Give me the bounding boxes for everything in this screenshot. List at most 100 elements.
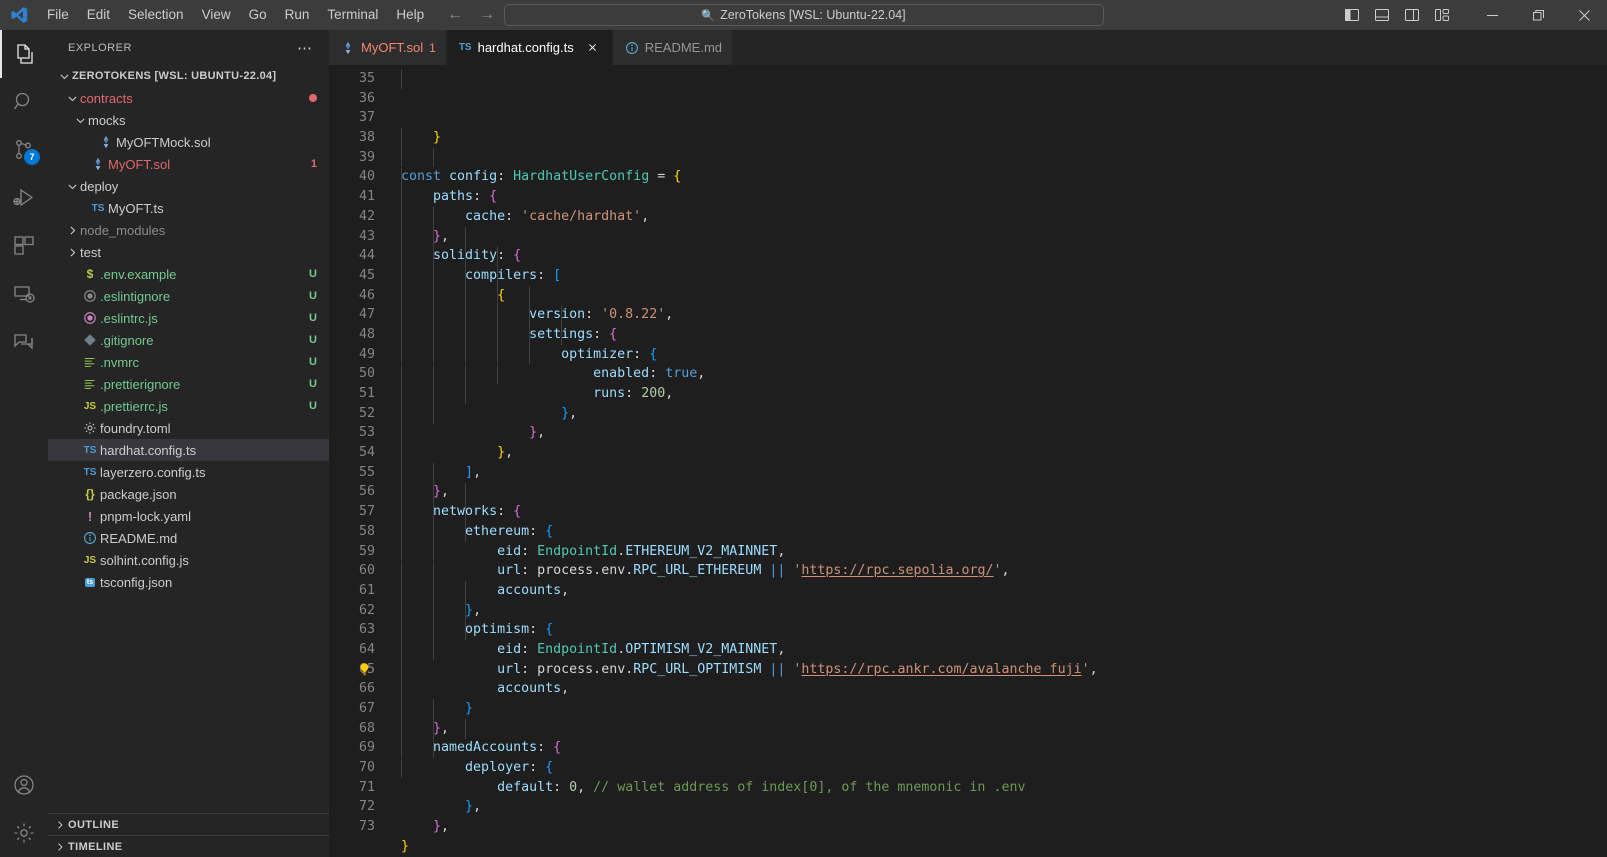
menu-file[interactable]: File — [38, 4, 78, 26]
tree-item-prettierignore[interactable]: .prettierignore U — [48, 373, 329, 395]
layout-sidebar-left-icon[interactable] — [1339, 2, 1365, 28]
code-line[interactable] — [401, 148, 1593, 168]
code-token[interactable]: https://rpc.ankr.com/avalanche_fuji — [801, 662, 1081, 677]
menu-view[interactable]: View — [193, 4, 240, 26]
more-actions-icon[interactable]: ⋯ — [297, 39, 321, 57]
menu-selection[interactable]: Selection — [119, 4, 193, 26]
code-line[interactable]: compilers: [ — [401, 266, 1593, 286]
overview-ruler[interactable] — [1593, 65, 1607, 857]
code-token[interactable]: https://rpc.sepolia.org/ — [801, 563, 993, 578]
file-tree[interactable]: ZeroTokens [WSL: Ubuntu-22.04] contracts m… — [48, 65, 329, 813]
code-line[interactable]: }, — [401, 719, 1593, 739]
code-line[interactable]: }, — [401, 404, 1593, 424]
code-area[interactable]: 35 36 37 38 39 40 41 42 43 44 45 46 47 48 49 50 51 52 53 54… — [329, 65, 1593, 857]
tree-item-tsconfig-json[interactable]: ts tsconfig.json — [48, 571, 329, 593]
code-line[interactable]: eid: EndpointId.ETHEREUM_V2_MAINNET, — [401, 542, 1593, 562]
layout-panel-icon[interactable] — [1369, 2, 1395, 28]
menu-terminal[interactable]: Terminal — [318, 4, 387, 26]
activity-remote-explorer[interactable] — [0, 270, 48, 318]
code-line[interactable]: paths: { — [401, 187, 1593, 207]
menu-edit[interactable]: Edit — [78, 4, 119, 26]
arrow-right-icon[interactable]: → — [479, 7, 495, 23]
code-line[interactable]: const config: HardhatUserConfig = { — [401, 167, 1593, 187]
code-line[interactable]: namedAccounts: { — [401, 738, 1593, 758]
activity-explorer[interactable] — [0, 30, 48, 78]
activity-manage[interactable] — [0, 809, 48, 857]
tab-readme-md[interactable]: README.md — [612, 30, 734, 65]
code-line[interactable]: { — [401, 286, 1593, 306]
code-line[interactable]: }, — [401, 817, 1593, 837]
activity-search[interactable] — [0, 78, 48, 126]
code-line[interactable]: }, — [401, 443, 1593, 463]
tree-item-node-modules[interactable]: node_modules — [48, 219, 329, 241]
code-line[interactable]: enabled: true, — [401, 364, 1593, 384]
activity-accounts[interactable] — [0, 761, 48, 809]
code-line[interactable]: }, — [401, 482, 1593, 502]
minimize-button[interactable] — [1469, 0, 1515, 30]
sidebar-section-outline[interactable]: OUTLINE — [48, 813, 329, 835]
tree-item-foundry-toml[interactable]: foundry.toml — [48, 417, 329, 439]
lightbulb-icon[interactable] — [357, 662, 372, 677]
tree-item-contracts[interactable]: contracts — [48, 87, 329, 109]
tree-item-deploy[interactable]: deploy — [48, 175, 329, 197]
layout-sidebar-right-icon[interactable] — [1399, 2, 1425, 28]
tree-item-zerotokens-wsl-ubuntu-22-04[interactable]: ZeroTokens [WSL: Ubuntu-22.04] — [48, 65, 329, 87]
activity-chat[interactable] — [0, 318, 48, 366]
code-line[interactable]: }, — [401, 423, 1593, 443]
tab-myoft-sol[interactable]: MyOFT.sol 1 — [329, 30, 447, 65]
code-line[interactable]: optimism: { — [401, 620, 1593, 640]
editor[interactable]: 35 36 37 38 39 40 41 42 43 44 45 46 47 48 49 50 51 52 53 54… — [329, 65, 1607, 857]
menu-run[interactable]: Run — [276, 4, 319, 26]
code-line[interactable]: ], — [401, 463, 1593, 483]
code-line[interactable]: solidity: { — [401, 246, 1593, 266]
tree-item-myoft-sol[interactable]: MyOFT.sol 1 — [48, 153, 329, 175]
tree-item-package-json[interactable]: {} package.json — [48, 483, 329, 505]
chevron-right-icon[interactable] — [64, 246, 80, 259]
code-line[interactable]: } — [401, 128, 1593, 148]
tab-close-icon[interactable] — [584, 39, 602, 57]
tab-hardhat-config-ts[interactable]: TS hardhat.config.ts — [446, 30, 613, 65]
code-line[interactable]: deployer: { — [401, 758, 1593, 778]
code-line[interactable]: url: process.env.RPC_URL_ETHEREUM || 'ht… — [401, 561, 1593, 581]
tree-item-prettierrc-js[interactable]: JS .prettierrc.js U — [48, 395, 329, 417]
restore-button[interactable] — [1515, 0, 1561, 30]
code-line[interactable]: runs: 200, — [401, 384, 1593, 404]
code-line[interactable]: } — [401, 837, 1593, 857]
tree-item-hardhat-config-ts[interactable]: TS hardhat.config.ts — [48, 439, 329, 461]
code-line[interactable]: cache: 'cache/hardhat', — [401, 207, 1593, 227]
tree-item-eslintignore[interactable]: .eslintignore U — [48, 285, 329, 307]
chevron-down-icon[interactable] — [72, 114, 88, 127]
code-line[interactable]: }, — [401, 227, 1593, 247]
quick-access-bar[interactable]: 🔍 ZeroTokens [WSL: Ubuntu-22.04] — [503, 4, 1104, 26]
tree-item-nvmrc[interactable]: .nvmrc U — [48, 351, 329, 373]
code-line[interactable]: eid: EndpointId.OPTIMISM_V2_MAINNET, — [401, 640, 1593, 660]
code-line[interactable]: ethereum: { — [401, 522, 1593, 542]
chevron-down-icon[interactable] — [64, 92, 80, 105]
chevron-down-icon[interactable] — [56, 70, 72, 83]
tree-item-myoftmock-sol[interactable]: MyOFTMock.sol — [48, 131, 329, 153]
tree-item-test[interactable]: test — [48, 241, 329, 263]
code-content[interactable]: } const config: HardhatUserConfig = { pa… — [401, 69, 1593, 857]
chevron-right-icon[interactable] — [64, 224, 80, 237]
activity-source-control[interactable]: 7 — [0, 126, 48, 174]
code-line[interactable]: }, — [401, 601, 1593, 621]
menu-go[interactable]: Go — [240, 4, 276, 26]
code-line[interactable]: settings: { — [401, 325, 1593, 345]
tree-item-mocks[interactable]: mocks — [48, 109, 329, 131]
code-line[interactable]: accounts, — [401, 679, 1593, 699]
tree-item-myoft-ts[interactable]: TS MyOFT.ts — [48, 197, 329, 219]
menu-help[interactable]: Help — [387, 4, 433, 26]
code-line[interactable]: } — [401, 699, 1593, 719]
code-line[interactable]: version: '0.8.22', — [401, 305, 1593, 325]
sidebar-section-timeline[interactable]: TIMELINE — [48, 835, 329, 857]
tree-item-layerzero-config-ts[interactable]: TS layerzero.config.ts — [48, 461, 329, 483]
layout-customize-icon[interactable] — [1429, 2, 1455, 28]
code-line[interactable]: networks: { — [401, 502, 1593, 522]
code-line[interactable]: accounts, — [401, 581, 1593, 601]
tree-item-readme-md[interactable]: README.md — [48, 527, 329, 549]
tree-item-eslintrc-js[interactable]: .eslintrc.js U — [48, 307, 329, 329]
tree-item-env-example[interactable]: $ .env.example U — [48, 263, 329, 285]
code-line[interactable]: default: 0, // wallet address of index[0… — [401, 778, 1593, 798]
code-line[interactable]: }, — [401, 797, 1593, 817]
close-button[interactable] — [1561, 0, 1607, 30]
